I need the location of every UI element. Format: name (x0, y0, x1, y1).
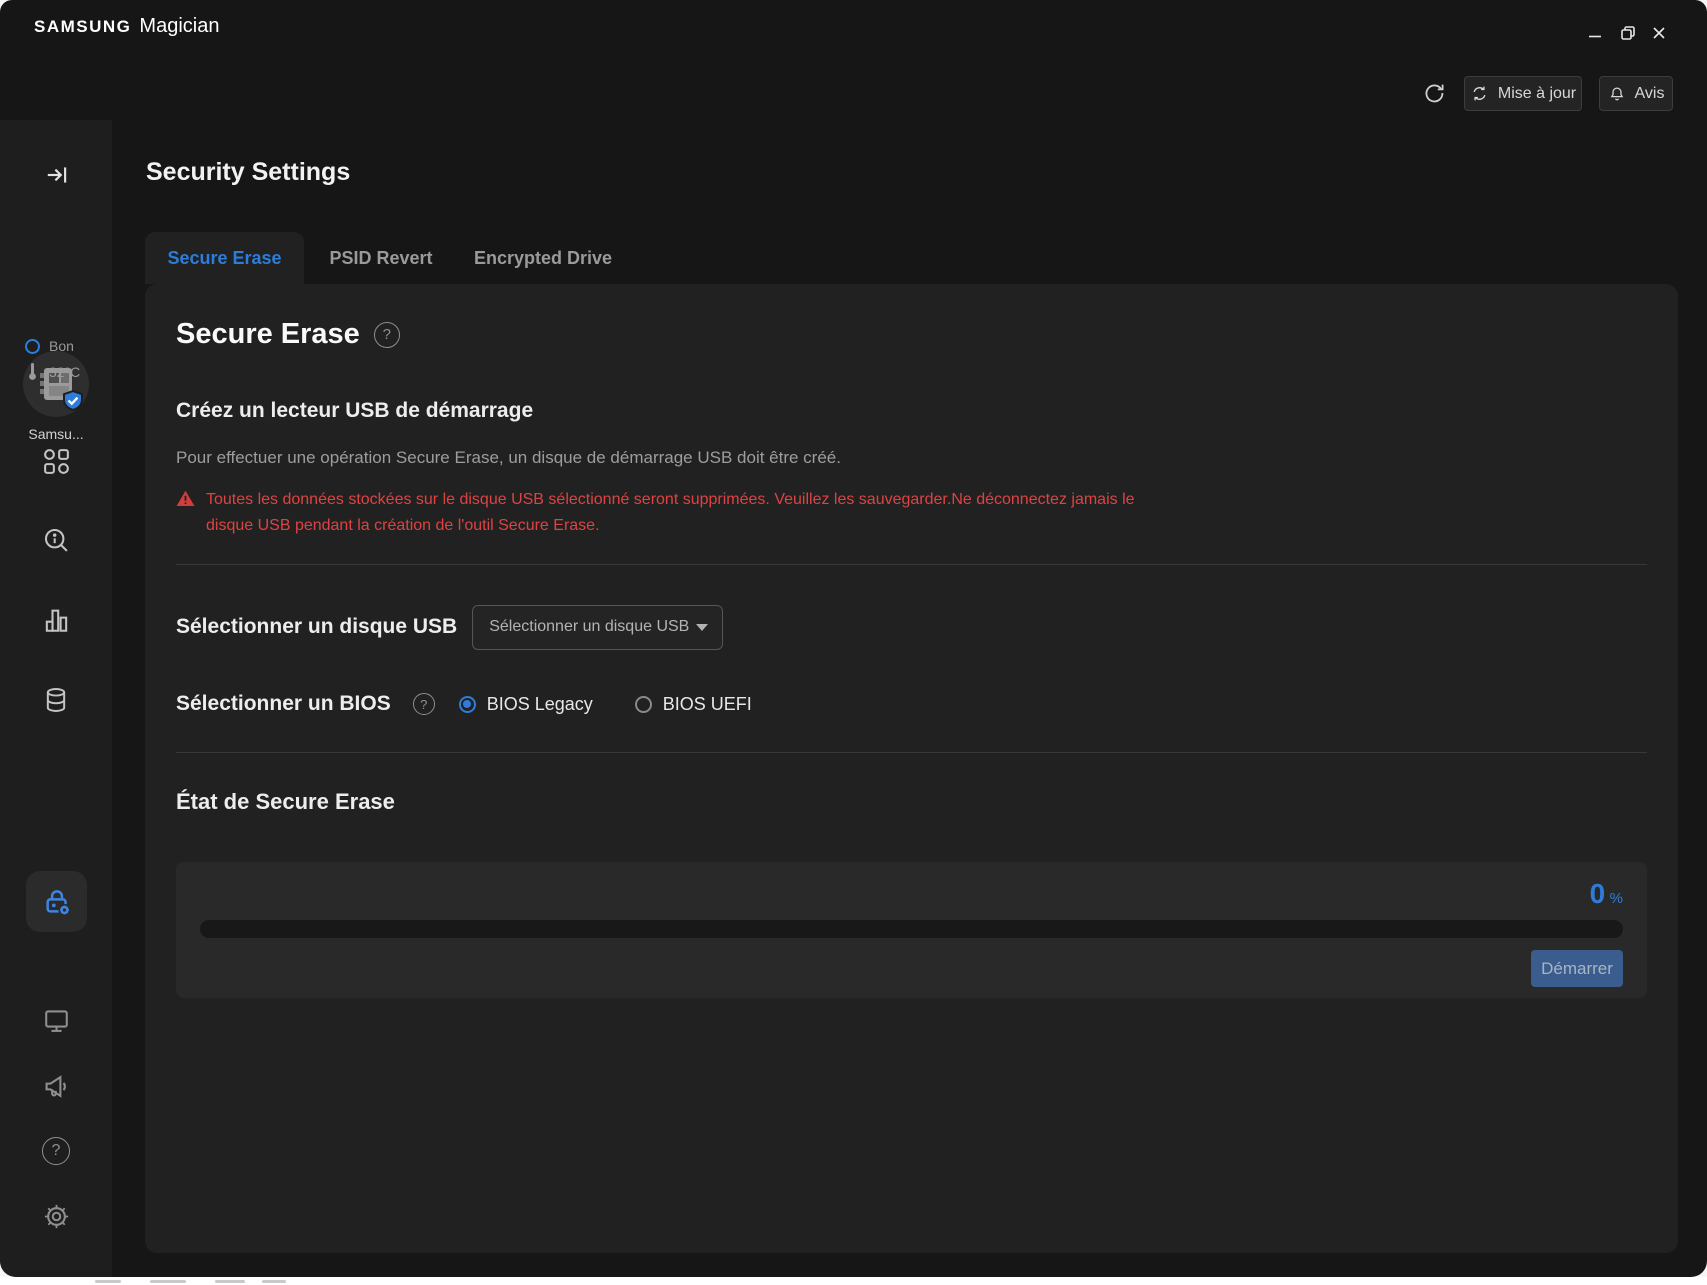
notice-button-label: Avis (1635, 85, 1665, 103)
drive-avatar[interactable] (23, 351, 89, 417)
health-status-icon (25, 339, 40, 354)
dashboard-grid-icon (42, 447, 71, 476)
app-window: SAMSUNG Magician Mise à jou (0, 0, 1707, 1277)
tab-psid-revert[interactable]: PSID Revert (320, 232, 442, 284)
progress-bar (200, 920, 1623, 938)
sidebar-item-settings[interactable] (0, 1202, 112, 1231)
megaphone-icon (42, 1072, 71, 1101)
usb-select-label: Sélectionner un disque USB (176, 615, 457, 639)
usb-select-dropdown[interactable]: Sélectionner un disque USB (472, 605, 723, 650)
titlebar: SAMSUNG Magician (0, 0, 1707, 56)
bar-chart-icon (42, 606, 71, 635)
tab-encrypted-drive-label: Encrypted Drive (474, 248, 612, 269)
minimize-button[interactable] (1582, 20, 1608, 46)
sidebar-item-system-info[interactable] (0, 1006, 112, 1035)
temperature-label: 32°C (49, 364, 80, 380)
progress-value: 0 (1590, 878, 1606, 909)
close-icon (1651, 25, 1667, 41)
taskbar-peek (215, 1280, 245, 1283)
restore-icon (1619, 24, 1637, 42)
usb-select-row: Sélectionner un disque USB Sélectionner … (176, 604, 723, 650)
usb-section-description: Pour effectuer une opération Secure Eras… (176, 448, 841, 468)
taskbar-peek (150, 1280, 186, 1283)
bios-uefi-label[interactable]: BIOS UEFI (663, 694, 752, 715)
status-section-title: État de Secure Erase (176, 789, 395, 815)
help-icon: ? (42, 1137, 70, 1165)
health-label: Bon (49, 338, 74, 354)
refresh-icon (1422, 81, 1446, 105)
minimize-icon (1587, 25, 1603, 41)
secure-erase-help-icon[interactable]: ? (374, 322, 400, 348)
usb-section-title: Créez un lecteur USB de démarrage (176, 399, 533, 423)
search-info-icon (42, 526, 71, 555)
bios-select-row: Sélectionner un BIOS ? BIOS Legacy BIOS … (176, 686, 752, 722)
tab-psid-revert-label: PSID Revert (329, 248, 432, 269)
divider (176, 564, 1647, 565)
refresh-button[interactable] (1419, 78, 1449, 108)
monitor-icon (42, 1006, 71, 1035)
notice-button[interactable]: Avis (1599, 76, 1673, 111)
progress-percentage: 0 % (1590, 878, 1623, 910)
sidebar-item-security-settings[interactable] (26, 871, 87, 932)
bell-icon (1608, 85, 1626, 103)
drive-name: Samsu... (0, 426, 112, 442)
bios-legacy-radio[interactable] (459, 696, 476, 713)
sidebar-item-performance[interactable] (0, 606, 112, 635)
taskbar-strip (0, 1277, 1707, 1285)
usb-warning-text: Toutes les données stockées sur le disqu… (206, 487, 1168, 539)
warning-triangle-icon (176, 490, 195, 507)
bios-select-label: Sélectionner un BIOS (176, 692, 391, 716)
brand-magician: Magician (139, 15, 219, 38)
drive-temperature: 32°C (25, 363, 80, 381)
sidebar-item-drive-details[interactable] (0, 526, 112, 555)
update-button[interactable]: Mise à jour (1464, 76, 1582, 111)
thermometer-icon (25, 363, 40, 381)
ssd-drive-icon (23, 351, 89, 417)
bios-legacy-label[interactable]: BIOS Legacy (487, 694, 593, 715)
chevron-down-icon (696, 624, 708, 631)
page-title: Security Settings (146, 158, 350, 187)
divider (176, 752, 1647, 753)
sync-icon (1470, 84, 1489, 103)
brand-samsung: SAMSUNG (34, 17, 131, 37)
sidebar-item-diagnostic[interactable] (0, 686, 112, 714)
expand-arrow-icon (44, 162, 70, 188)
sidebar-item-dashboard[interactable] (0, 447, 112, 476)
lock-settings-icon (41, 886, 73, 918)
progress-unit: % (1610, 890, 1623, 907)
app-logo: SAMSUNG Magician (34, 15, 219, 38)
gear-icon (42, 1202, 71, 1231)
section-heading: Secure Erase (176, 318, 360, 351)
bios-uefi-radio[interactable] (635, 696, 652, 713)
header-actions: Mise à jour Avis (0, 76, 1707, 112)
sidebar-item-announcements[interactable] (0, 1072, 112, 1101)
sidebar-item-help[interactable]: ? (0, 1137, 112, 1165)
secure-erase-status-card: 0 % Démarrer (176, 862, 1647, 998)
taskbar-peek (262, 1280, 286, 1283)
taskbar-peek (95, 1280, 121, 1283)
drive-health: Bon (25, 337, 74, 355)
start-button[interactable]: Démarrer (1531, 950, 1623, 987)
update-button-label: Mise à jour (1498, 85, 1576, 103)
restore-button[interactable] (1615, 20, 1641, 46)
tab-secure-erase-label: Secure Erase (167, 248, 281, 269)
sidebar-expand-button[interactable] (40, 158, 74, 192)
secure-erase-panel: Secure Erase ? Créez un lecteur USB de d… (145, 284, 1678, 1253)
close-button[interactable] (1646, 20, 1672, 46)
database-icon (42, 686, 70, 714)
bios-help-icon[interactable]: ? (413, 693, 435, 715)
sidebar: Samsu... Bon 32°C (0, 120, 112, 1277)
section-heading-row: Secure Erase ? (176, 318, 400, 351)
usb-select-dropdown-value: Sélectionner un disque USB (489, 618, 696, 636)
usb-warning: Toutes les données stockées sur le disqu… (176, 487, 1168, 539)
tab-encrypted-drive[interactable]: Encrypted Drive (468, 232, 618, 284)
tab-secure-erase[interactable]: Secure Erase (145, 232, 304, 284)
